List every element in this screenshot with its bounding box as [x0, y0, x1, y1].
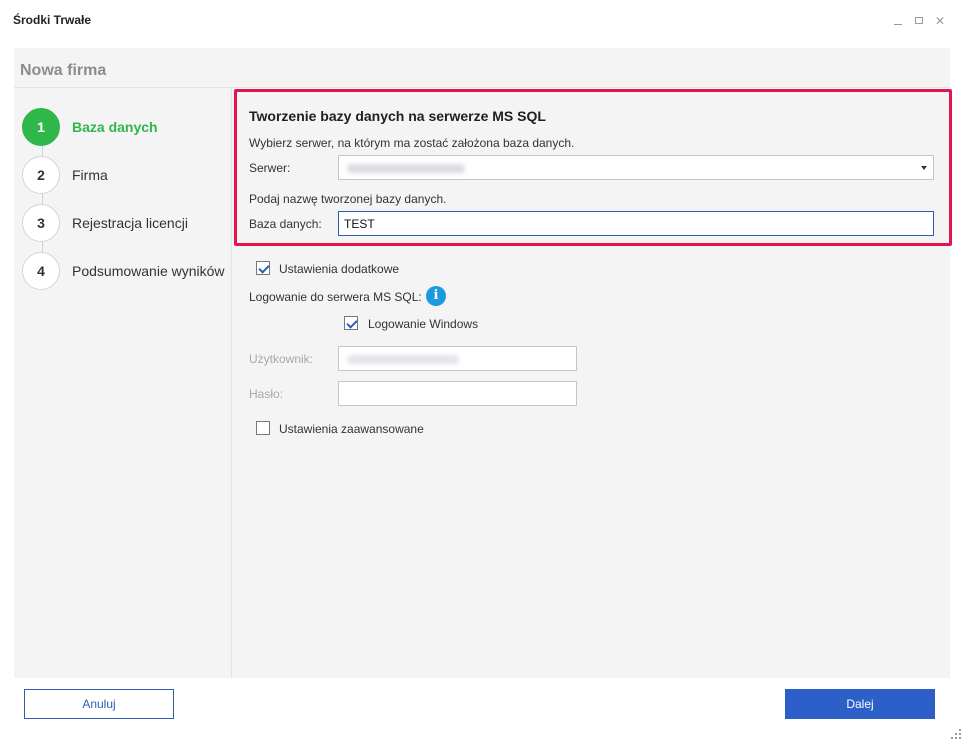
windows-login-checkbox[interactable] — [344, 316, 358, 330]
cancel-button[interactable]: Anuluj — [24, 689, 174, 719]
page-title: Nowa firma — [20, 62, 107, 79]
maximize-icon — [915, 17, 923, 24]
server-label: Serwer: — [249, 161, 291, 175]
windows-login-label: Logowanie Windows — [368, 317, 479, 331]
extra-settings-label: Ustawienia dodatkowe — [279, 262, 400, 276]
advanced-settings-label: Ustawienia zaawansowane — [279, 422, 424, 436]
section-title: Tworzenie bazy danych na serwerze MS SQL — [249, 108, 546, 124]
minimize-icon — [894, 24, 902, 25]
wizard-header: Nowa firma — [14, 48, 950, 88]
step-podsumowanie[interactable]: 4 Podsumowanie wyników — [22, 252, 232, 290]
steps-panel: 1 Baza danych 2 Firma 3 Rejestracja lice… — [14, 88, 232, 678]
step-baza-danych[interactable]: 1 Baza danych — [22, 108, 232, 146]
login-label: Logowanie do serwera MS SQL: — [249, 290, 422, 304]
advanced-settings-checkbox[interactable] — [256, 421, 270, 435]
close-icon: ✕ — [934, 14, 946, 28]
db-name-input[interactable]: TEST — [338, 211, 934, 236]
user-value-redacted — [347, 355, 459, 364]
password-input[interactable] — [338, 381, 577, 406]
maximize-button[interactable] — [912, 14, 926, 28]
server-hint: Wybierz serwer, na którym ma zostać zało… — [249, 136, 575, 150]
step-label: Baza danych — [72, 119, 158, 135]
step-firma[interactable]: 2 Firma — [22, 156, 232, 194]
minimize-button[interactable] — [891, 14, 905, 28]
step-label: Rejestracja licencji — [72, 215, 188, 231]
step-label: Firma — [72, 167, 108, 183]
info-icon[interactable]: i — [426, 286, 446, 306]
step-number: 3 — [22, 204, 60, 242]
step-number: 2 — [22, 156, 60, 194]
extra-settings-checkbox[interactable] — [256, 261, 270, 275]
db-label: Baza danych: — [249, 217, 322, 231]
close-button[interactable]: ✕ — [933, 14, 947, 28]
step-number: 4 — [22, 252, 60, 290]
next-button[interactable]: Dalej — [785, 689, 935, 719]
resize-grip-icon[interactable] — [951, 729, 961, 739]
server-value-redacted — [347, 164, 465, 173]
step-rejestracja-licencji[interactable]: 3 Rejestracja licencji — [22, 204, 232, 242]
window-title: Środki Trwałe — [13, 13, 92, 27]
user-label: Użytkownik: — [249, 352, 314, 366]
step-label: Podsumowanie wyników — [72, 263, 225, 279]
title-bar: Środki Trwałe ✕ — [0, 0, 963, 42]
user-input[interactable] — [338, 346, 577, 371]
step-number: 1 — [22, 108, 60, 146]
server-select[interactable] — [338, 155, 934, 180]
password-label: Hasło: — [249, 387, 284, 401]
db-hint: Podaj nazwę tworzonej bazy danych. — [249, 192, 447, 206]
dropdown-arrow-icon — [921, 166, 927, 170]
